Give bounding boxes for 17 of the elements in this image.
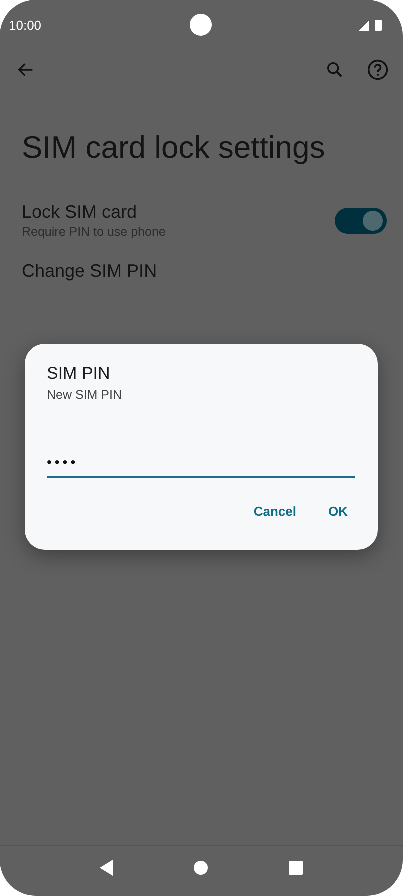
help-icon[interactable] (367, 59, 389, 81)
status-time: 10:00 (9, 18, 42, 32)
signal-battery-icon (359, 19, 385, 31)
setting-label[interactable]: Change SIM PIN (22, 261, 158, 282)
dialog-title: SIM PIN (47, 364, 112, 384)
home-icon[interactable] (194, 861, 208, 875)
toggle-switch[interactable] (335, 208, 387, 234)
pin-input-field[interactable]: •••• (47, 452, 355, 478)
back-icon[interactable] (100, 860, 114, 876)
page-title: SIM card lock settings (22, 130, 326, 166)
camera-cutout (190, 14, 212, 36)
dialog-button[interactable]: OK (318, 496, 358, 527)
setting-label[interactable]: Lock SIM card (22, 202, 166, 223)
dialog-message: New SIM PIN (47, 388, 124, 402)
search-icon[interactable] (325, 60, 345, 80)
dialog-button[interactable]: Cancel (244, 496, 306, 527)
recents-icon[interactable] (288, 861, 303, 875)
